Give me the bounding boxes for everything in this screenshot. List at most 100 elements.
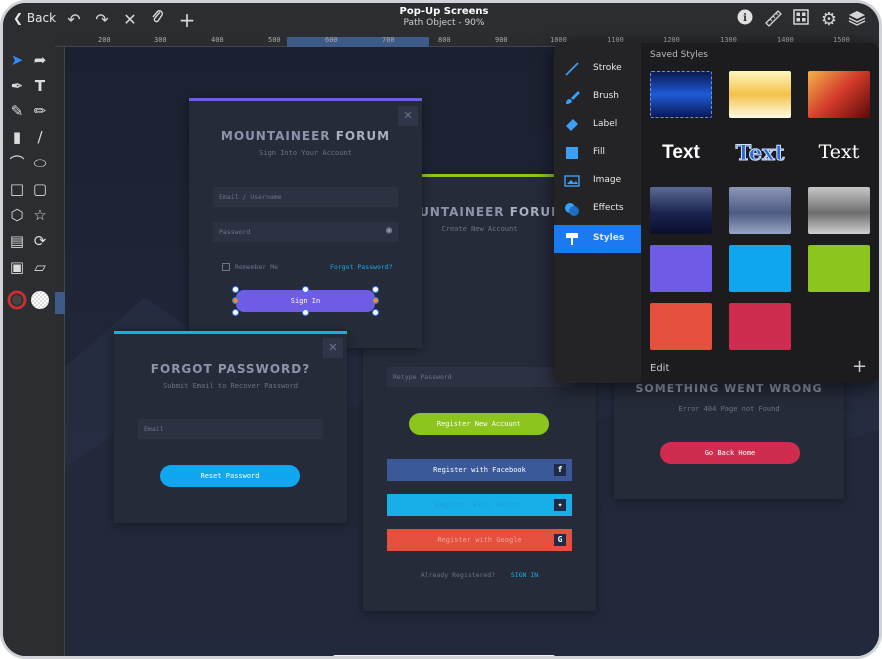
layers-icon[interactable]: [846, 9, 868, 31]
rectangle-tool-icon[interactable]: □: [6, 178, 28, 200]
style-swatch-silver-gradient[interactable]: [808, 187, 870, 234]
text-tool-icon[interactable]: T: [29, 75, 51, 97]
close-icon[interactable]: ✕: [398, 106, 418, 126]
menu-label: Effects: [593, 203, 624, 213]
password-field[interactable]: Password ◉: [213, 222, 398, 242]
vertical-ruler[interactable]: [55, 47, 65, 656]
home-indicator[interactable]: [333, 655, 555, 656]
style-swatch-green[interactable]: [808, 245, 870, 292]
ruler-tick: 200: [98, 36, 111, 44]
remember-checkbox[interactable]: [222, 263, 230, 271]
top-toolbar: ❮ Back ↶ ↷ ✕ + Pop-Up Screens Path Objec…: [3, 3, 879, 37]
line-tool-icon[interactable]: ∕: [29, 126, 51, 148]
selection-handle[interactable]: [302, 309, 309, 316]
menu-label: Fill: [593, 147, 606, 157]
card-subtitle: Sign Into Your Account: [259, 149, 352, 157]
pencil-tool-icon[interactable]: ✏: [29, 100, 51, 122]
gear-icon[interactable]: ⚙: [818, 9, 840, 31]
menu-item-styles[interactable]: Styles: [554, 225, 641, 253]
register-twitter-button[interactable]: Register with Twitter ✦: [387, 494, 572, 516]
add-icon[interactable]: +: [176, 9, 198, 31]
document-title[interactable]: Pop-Up Screens Path Object - 90%: [344, 6, 544, 28]
selection-handle[interactable]: [302, 286, 309, 293]
register-facebook-button[interactable]: Register with Facebook f: [387, 459, 572, 481]
go-back-home-button[interactable]: Go Back Home: [660, 442, 800, 464]
selection-handle[interactable]: [232, 286, 239, 293]
style-swatch-cyan[interactable]: [729, 245, 791, 292]
skew-tool-icon[interactable]: ▱: [29, 256, 51, 278]
transform-tool-icon[interactable]: ⟳: [29, 230, 51, 252]
ellipse-tool-icon[interactable]: ⬭: [29, 152, 51, 174]
forgot-password-link[interactable]: Forgot Password?: [330, 263, 393, 271]
selection-handle[interactable]: [232, 309, 239, 316]
style-swatch-gold-gradient[interactable]: [729, 71, 791, 118]
reset-password-button[interactable]: Reset Password: [160, 465, 300, 487]
menu-item-brush[interactable]: Brush: [554, 83, 641, 111]
frame-tool-icon[interactable]: ▣: [6, 256, 28, 278]
login-card[interactable]: ✕ MOUNTAINEER FORUM Sign Into Your Accou…: [189, 98, 422, 348]
pen-tool-icon[interactable]: ✒: [6, 75, 28, 97]
menu-label: Label: [593, 119, 618, 129]
ruler-tick: 700: [382, 36, 395, 44]
selection-handle[interactable]: [372, 297, 379, 304]
undo-icon[interactable]: ↶: [63, 9, 85, 31]
menu-item-effects[interactable]: Effects: [554, 195, 641, 223]
polygon-tool-icon[interactable]: ⬡: [6, 204, 28, 226]
brand-word-1: MOUNTAINEER: [220, 129, 331, 143]
redo-icon[interactable]: ↷: [91, 9, 113, 31]
edit-styles-button[interactable]: Edit: [650, 363, 669, 374]
star-tool-icon[interactable]: ☆: [29, 204, 51, 226]
select-tool-icon[interactable]: ➤: [6, 49, 28, 71]
close-icon[interactable]: ✕: [119, 9, 141, 31]
menu-label: Brush: [593, 91, 619, 101]
brush-tool-icon[interactable]: ✎: [6, 100, 28, 122]
retype-password-field[interactable]: Retype Password: [387, 367, 572, 387]
menu-item-image[interactable]: Image: [554, 167, 641, 195]
ruler-tick: 500: [268, 36, 281, 44]
inspector-menu: Stroke Brush Label Fill Image Effects St…: [554, 43, 641, 383]
fill-color-icon[interactable]: [29, 290, 51, 312]
menu-item-fill[interactable]: Fill: [554, 139, 641, 167]
rounded-rectangle-tool-icon[interactable]: ▢: [29, 178, 51, 200]
text-style-serif[interactable]: Text: [808, 129, 870, 176]
arc-tool-icon[interactable]: ⌒: [6, 152, 28, 174]
register-button[interactable]: Register New Account: [409, 413, 549, 435]
text-style-bold[interactable]: Text: [650, 129, 712, 176]
already-registered-text: Already Registered?: [420, 571, 496, 579]
paperclip-icon[interactable]: [147, 9, 169, 31]
info-icon[interactable]: i: [734, 9, 756, 31]
ruler-selection: [287, 37, 429, 47]
text-style-outlined[interactable]: Text: [729, 129, 791, 176]
stroke-color-icon[interactable]: [6, 290, 28, 312]
style-swatch-purple[interactable]: [650, 245, 712, 292]
forgot-password-card[interactable]: ✕ FORGOT PASSWORD? Submit Email to Recov…: [114, 331, 347, 523]
back-button[interactable]: ❮ Back: [13, 11, 56, 25]
style-swatch-orange-red[interactable]: [650, 303, 712, 350]
close-icon[interactable]: ✕: [323, 338, 343, 358]
selection-handle[interactable]: [372, 286, 379, 293]
add-style-icon[interactable]: +: [852, 356, 867, 377]
ruler-tick: 900: [495, 36, 508, 44]
menu-item-stroke[interactable]: Stroke: [554, 55, 641, 83]
register-google-button[interactable]: Register with Google G: [387, 529, 572, 551]
eraser-tool-icon[interactable]: ▮: [6, 126, 28, 148]
ruler-selection: [55, 292, 65, 314]
selection-handle[interactable]: [232, 297, 239, 304]
style-swatch-crimson[interactable]: [729, 303, 791, 350]
eye-icon[interactable]: ◉: [386, 225, 392, 236]
selection-handle[interactable]: [372, 309, 379, 316]
style-swatch-slate-gradient[interactable]: [729, 187, 791, 234]
direct-select-tool-icon[interactable]: ➦: [29, 49, 51, 71]
menu-item-label[interactable]: Label: [554, 111, 641, 139]
image-tool-icon[interactable]: ▤: [6, 230, 28, 252]
style-inspector-popup[interactable]: Stroke Brush Label Fill Image Effects St…: [554, 43, 879, 383]
grid-icon[interactable]: [790, 9, 812, 31]
recovery-email-field[interactable]: Email: [138, 419, 323, 439]
style-swatch-navy-gradient[interactable]: [650, 187, 712, 234]
style-swatch-blue-gradient[interactable]: [650, 71, 712, 118]
email-field[interactable]: Email / Username: [213, 187, 398, 207]
ruler-icon[interactable]: [762, 9, 784, 31]
style-swatch-fire-gradient[interactable]: [808, 71, 870, 118]
sign-in-link[interactable]: SIGN IN: [511, 571, 538, 579]
facebook-label: Register with Facebook: [433, 466, 526, 474]
